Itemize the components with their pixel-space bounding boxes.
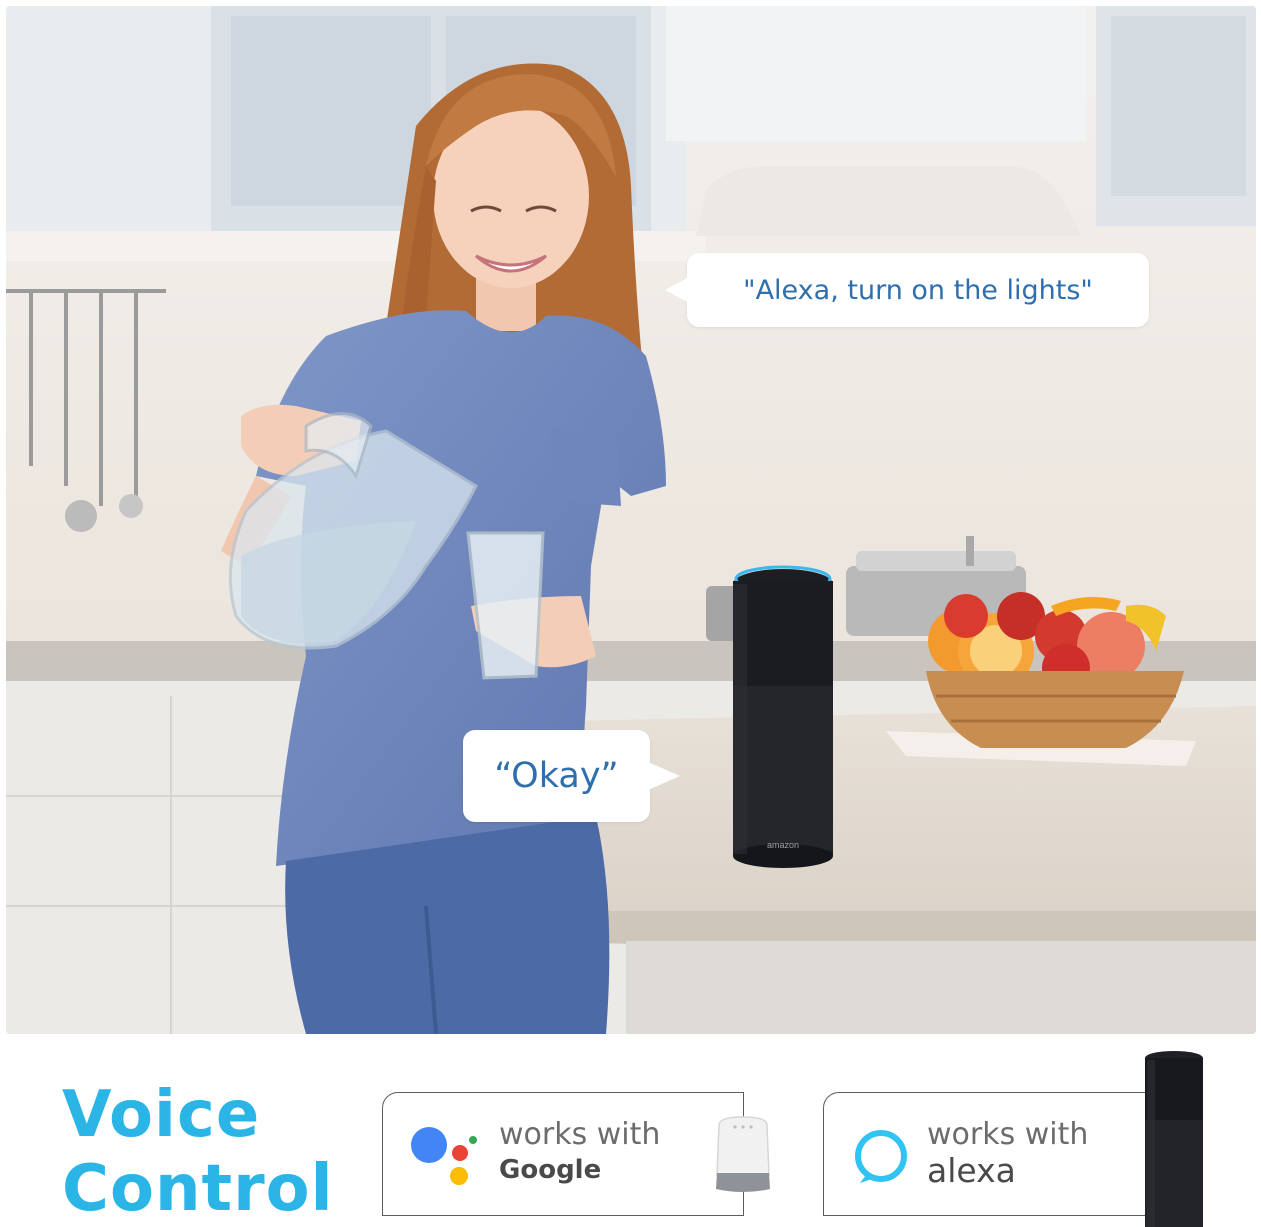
title-line-voice: Voice	[62, 1078, 261, 1152]
echo-brand-text: amazon	[767, 840, 799, 850]
okay-reply-text: “Okay”	[494, 756, 619, 796]
alexa-badge-line2: alexa	[927, 1151, 1016, 1190]
google-badge-line1: works with	[499, 1117, 661, 1152]
alexa-command-text: "Alexa, turn on the lights"	[743, 274, 1093, 306]
alexa-ring-icon	[855, 1130, 907, 1183]
title-line-control: Control	[62, 1152, 334, 1226]
google-home-speaker-icon	[716, 1116, 770, 1192]
google-badge-line2: Google	[499, 1155, 602, 1185]
okay-reply-bubble: “Okay”	[463, 730, 680, 822]
works-with-google-badge: works with Google	[382, 1092, 770, 1216]
alexa-badge-line1: works with	[927, 1117, 1089, 1152]
kitchen-scene: amazon	[6, 6, 1256, 1034]
voice-control-title: Voice Control	[62, 1078, 334, 1226]
echo-speaker: amazon	[733, 565, 833, 868]
google-assistant-icon	[411, 1127, 477, 1185]
echo-speaker-product-icon	[1145, 1051, 1203, 1227]
hero-photo: amazon "Alexa, turn on the lights" “Okay…	[6, 6, 1256, 1034]
range-hood	[696, 166, 1081, 236]
footer-panel: Voice Control works with Google works wi…	[0, 1034, 1261, 1227]
alexa-command-bubble: "Alexa, turn on the lights"	[665, 253, 1149, 327]
works-with-alexa-badge: works with alexa	[823, 1092, 1155, 1216]
